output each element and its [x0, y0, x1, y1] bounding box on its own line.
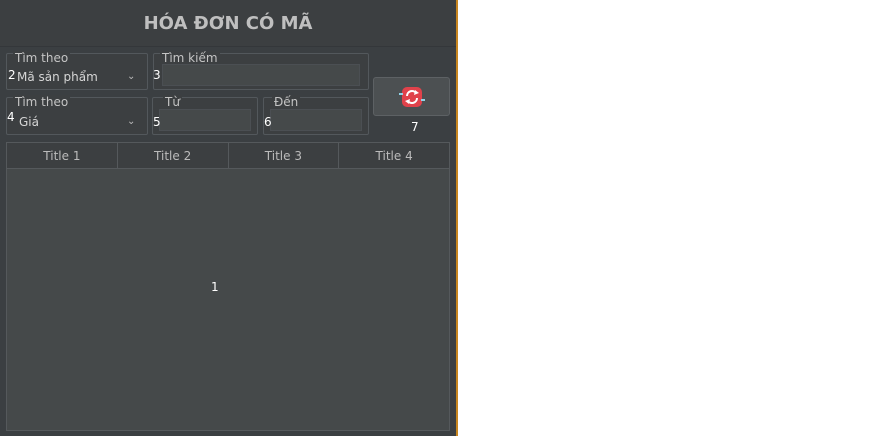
refresh-button[interactable]	[373, 77, 450, 116]
to-input[interactable]	[270, 109, 362, 131]
window-edge	[456, 0, 458, 436]
marker-1: 1	[211, 280, 219, 294]
chevron-down-icon[interactable]: ⌄	[127, 71, 135, 82]
chevron-down-icon[interactable]: ⌄	[127, 116, 135, 127]
invoice-table[interactable]: Title 1 Title 2 Title 3 Title 4 1	[6, 142, 450, 431]
search-by-combo-2[interactable]: Tìm theo Giá ⌄	[6, 95, 148, 135]
column-header[interactable]: Title 2	[118, 143, 229, 168]
from-field[interactable]: Từ	[152, 95, 258, 135]
to-label: Đến	[272, 95, 301, 109]
table-header: Title 1 Title 2 Title 3 Title 4	[7, 143, 449, 169]
column-header[interactable]: Title 1	[7, 143, 118, 168]
search-by-label-1: Tìm theo	[13, 51, 71, 65]
column-header[interactable]: Title 3	[229, 143, 340, 168]
to-field[interactable]: Đến	[263, 95, 369, 135]
search-by-value-2: Giá	[19, 115, 39, 129]
keyword-input[interactable]	[162, 64, 360, 86]
marker-3: 3	[153, 68, 161, 82]
refresh-icon	[398, 86, 425, 107]
invoice-panel: HÓA ĐƠN CÓ MÃ Tìm theo Mã sản phẩm ⌄ 2 T…	[0, 0, 456, 436]
marker-5: 5	[153, 115, 161, 129]
keyword-label: Tìm kiếm	[160, 51, 220, 65]
from-label: Từ	[163, 95, 182, 109]
search-by-combo-1[interactable]: Tìm theo Mã sản phẩm ⌄	[6, 51, 148, 90]
column-header[interactable]: Title 4	[339, 143, 449, 168]
marker-7: 7	[411, 120, 419, 134]
page-title: HÓA ĐƠN CÓ MÃ	[0, 0, 456, 47]
keyword-field[interactable]: Tìm kiếm	[153, 51, 369, 90]
marker-2: 2	[8, 68, 16, 82]
search-by-value-1: Mã sản phẩm	[17, 70, 98, 84]
search-by-label-2: Tìm theo	[13, 95, 71, 109]
marker-4: 4	[7, 110, 15, 124]
marker-6: 6	[264, 115, 272, 129]
from-input[interactable]	[159, 109, 251, 131]
